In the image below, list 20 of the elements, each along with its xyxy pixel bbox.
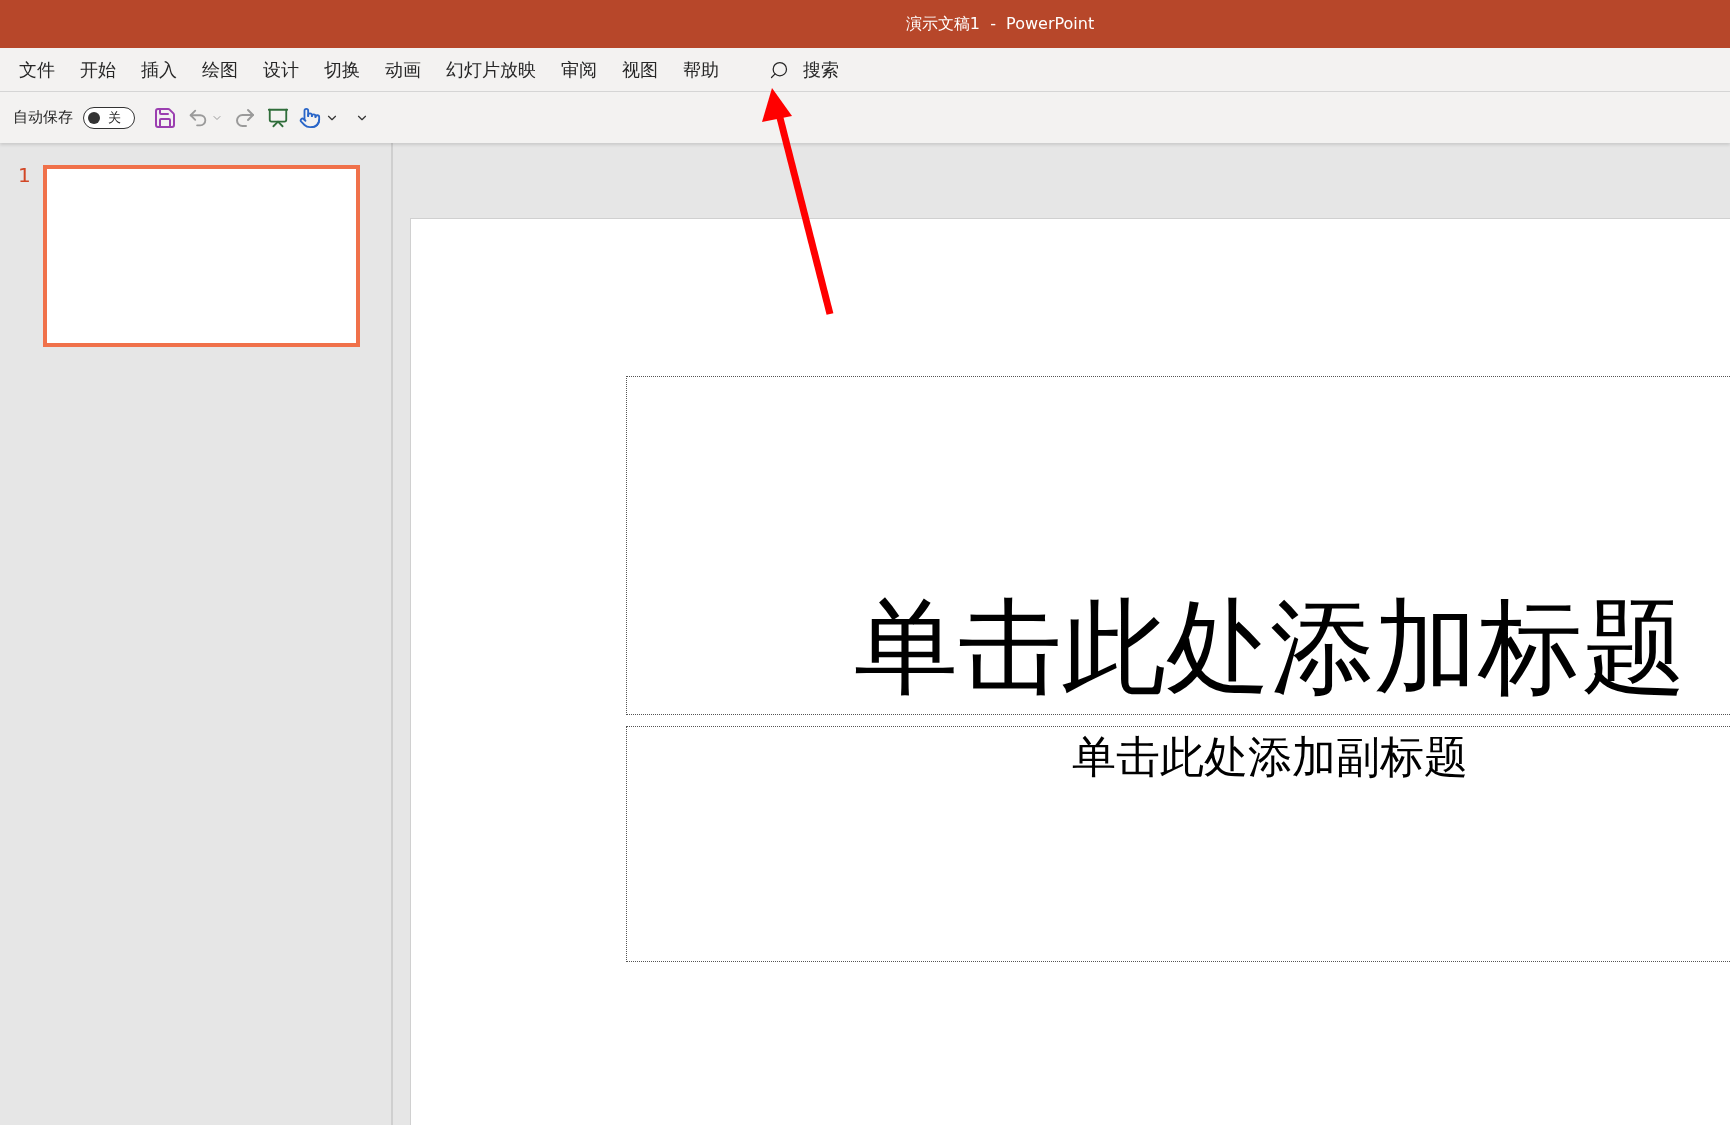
- menu-tab[interactable]: 插入: [130, 51, 188, 88]
- autosave-label: 自动保存: [13, 107, 73, 129]
- title-placeholder[interactable]: 单击此处添加标题: [626, 376, 1730, 715]
- subtitle-placeholder-text: 单击此处添加副标题: [1072, 731, 1468, 784]
- menu-tab[interactable]: 幻灯片放映: [435, 51, 547, 88]
- menu-tab[interactable]: 设计: [252, 51, 310, 88]
- menu-tab[interactable]: 开始: [69, 51, 127, 88]
- slide-number: 1: [18, 165, 31, 189]
- menu-tab[interactable]: 动画: [374, 51, 432, 88]
- subtitle-placeholder[interactable]: 单击此处添加副标题: [626, 726, 1730, 962]
- menu-tab[interactable]: 视图: [611, 51, 669, 88]
- menu-tab[interactable]: 审阅: [550, 51, 608, 88]
- title-placeholder-text: 单击此处添加标题: [854, 588, 1686, 708]
- menu-tab[interactable]: 帮助: [672, 51, 730, 88]
- menu-tab[interactable]: 绘图: [191, 51, 249, 88]
- window-title: 演示文稿1 - PowerPoint: [905, 13, 1095, 35]
- autosave-toggle[interactable]: 关: [83, 106, 135, 129]
- menu-tab[interactable]: 切换: [313, 51, 371, 88]
- search-button[interactable]: 搜索: [769, 56, 839, 83]
- menu-tab[interactable]: 文件: [8, 51, 66, 88]
